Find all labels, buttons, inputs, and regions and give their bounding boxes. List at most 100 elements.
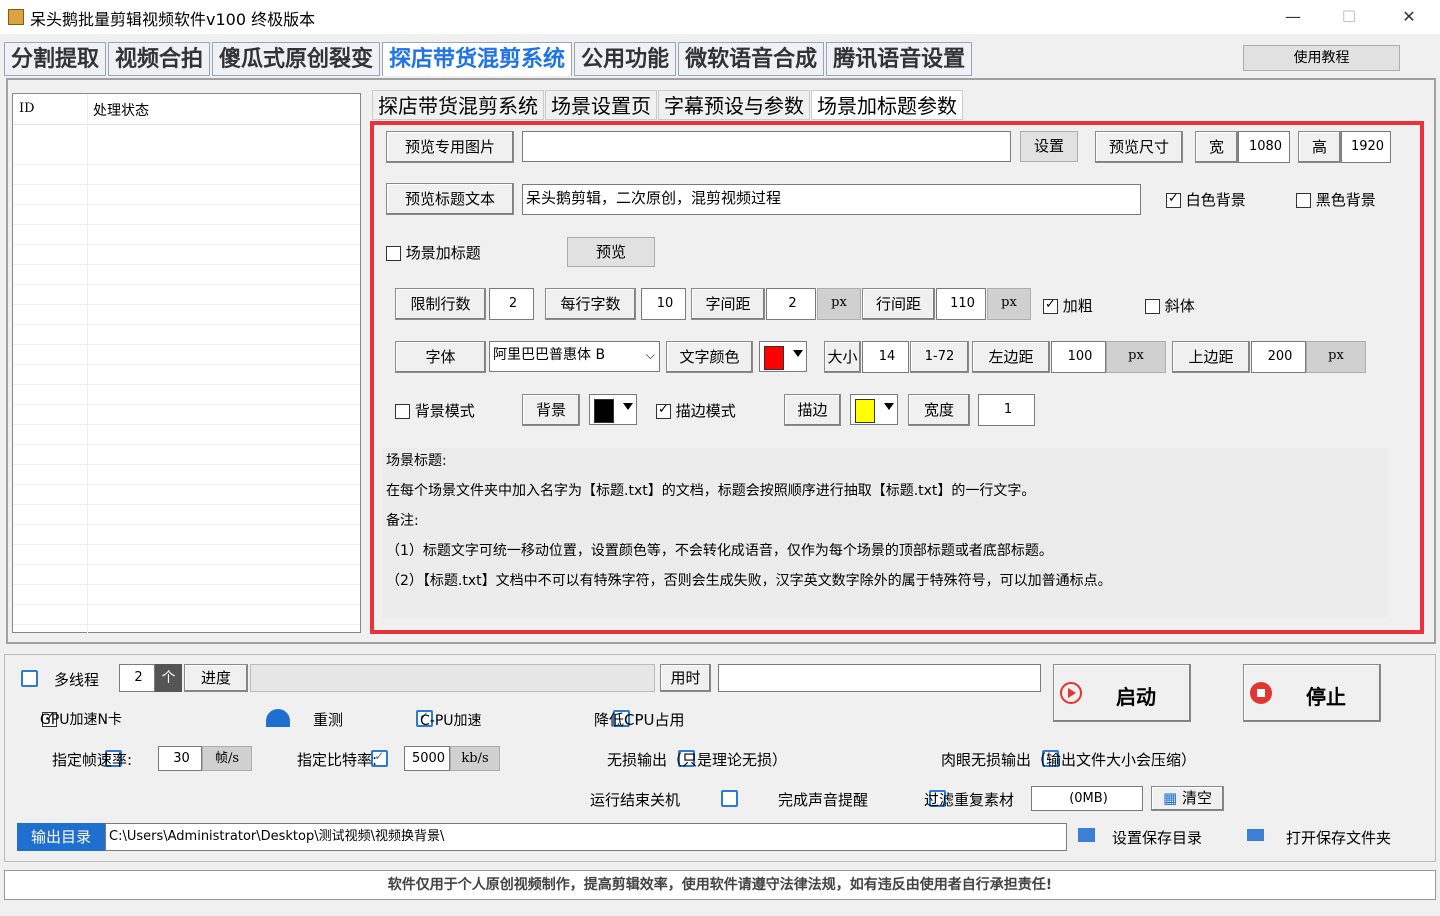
tab-original-fission[interactable]: 傻瓜式原创裂变: [212, 42, 381, 76]
start-button[interactable]: 启动: [1053, 664, 1191, 722]
preview-image-path[interactable]: [522, 131, 1011, 162]
set-save-dir-button[interactable]: 设置保存目录: [1112, 827, 1202, 848]
bg-color-picker[interactable]: [589, 394, 637, 425]
width-input[interactable]: 1080: [1238, 131, 1290, 163]
table-row: [13, 284, 360, 305]
left-margin-input[interactable]: 100: [1051, 341, 1106, 373]
bg-mode-label: 背景模式: [414, 402, 475, 420]
tab-split-extract[interactable]: 分割提取: [4, 42, 107, 76]
font-value: 阿里巴巴普惠体 B: [493, 347, 606, 363]
chars-per-line-input[interactable]: 10: [641, 288, 686, 320]
line-spacing-input[interactable]: 110: [936, 288, 986, 320]
disclaimer-footer: 软件仅用于个人原创视频制作，提高剪辑效率，使用软件请遵守法律法规，如有违反由使用…: [4, 870, 1436, 900]
threads-unit: 个: [155, 664, 182, 692]
black-bg-option[interactable]: 黑色背景: [1296, 189, 1376, 210]
stop-button[interactable]: 停止: [1243, 664, 1381, 722]
width-label: 宽: [1195, 131, 1238, 163]
tutorial-button[interactable]: 使用教程: [1243, 45, 1400, 71]
set-button[interactable]: 设置: [1020, 131, 1078, 162]
main-tabs: 分割提取 视频合拍 傻瓜式原创裂变 探店带货混剪系统 公用功能 微软语音合成 腾…: [4, 42, 974, 76]
text-color-picker[interactable]: [759, 341, 807, 372]
title-bar: 呆头鹅批量剪辑视频软件v100 终极版本 — ☐ ✕: [0, 0, 1440, 34]
size-display: (0MB): [1031, 786, 1143, 811]
bg-mode-option[interactable]: 背景模式: [395, 400, 475, 421]
stop-icon: [1250, 682, 1272, 704]
col-status[interactable]: 处理状态: [93, 100, 149, 120]
bitrate-input[interactable]: 5000: [404, 746, 450, 771]
subtab-scene-settings[interactable]: 场景设置页: [545, 90, 657, 120]
title-text-input[interactable]: 呆头鹅剪辑，二次原创，混剪视频过程: [522, 184, 1141, 215]
subtab-scene-title[interactable]: 场景加标题参数: [811, 90, 963, 120]
minimize-button[interactable]: —: [1273, 4, 1313, 30]
max-lines-input[interactable]: 2: [489, 288, 534, 320]
bg-color-swatch: [594, 399, 614, 423]
stroke-width-input[interactable]: 1: [978, 394, 1035, 426]
window-title: 呆头鹅批量剪辑视频软件v100 终极版本: [30, 10, 316, 29]
char-spacing-input[interactable]: 2: [766, 288, 816, 320]
stroke-color-picker[interactable]: [850, 394, 898, 425]
tab-store-mix[interactable]: 探店带货混剪系统: [382, 42, 573, 76]
white-bg-option[interactable]: 白色背景: [1166, 189, 1246, 210]
app-icon: [8, 9, 24, 25]
table-row: [13, 464, 360, 485]
shutdown-checkbox[interactable]: [720, 790, 738, 807]
output-path-input[interactable]: C:\Users\Administrator\Desktop\测试视频\视频换背…: [105, 823, 1067, 851]
tab-video-duet[interactable]: 视频合拍: [108, 42, 211, 76]
preview-size-button[interactable]: 预览尺寸: [1095, 131, 1183, 163]
bg-color-button[interactable]: 背景: [522, 394, 580, 426]
top-margin-input[interactable]: 200: [1251, 341, 1306, 373]
sound-label: 完成声音提醒: [778, 791, 869, 809]
subtab-store-mix[interactable]: 探店带货混剪系统: [372, 90, 544, 120]
fps-label: 指定帧速率:: [52, 751, 133, 769]
scene-title-option[interactable]: 场景加标题: [386, 242, 481, 263]
bitrate-unit: kb/s: [450, 746, 500, 771]
stroke-mode-option[interactable]: 描边模式: [656, 400, 736, 421]
table-row: [13, 144, 360, 165]
black-bg-checkbox[interactable]: [1296, 193, 1311, 208]
multithread-checkbox[interactable]: [21, 670, 38, 687]
tab-ms-tts[interactable]: 微软语音合成: [678, 42, 825, 76]
notes-heading: 场景标题:: [386, 453, 447, 469]
notes-area: 场景标题: 在每个场景文件夹中加入名字为【标题.txt】的文档，标题会按照顺序进…: [382, 448, 1388, 618]
stroke-mode-checkbox[interactable]: [656, 402, 671, 419]
retest-link[interactable]: 重测: [313, 709, 343, 730]
clear-button[interactable]: ▦ 清空: [1151, 786, 1224, 811]
italic-checkbox[interactable]: [1145, 299, 1160, 314]
dropdown-arrow-icon: [623, 403, 633, 410]
threads-input[interactable]: 2: [119, 664, 155, 692]
font-select[interactable]: 阿里巴巴普惠体 B ⌵: [489, 341, 660, 372]
table-row: [13, 584, 360, 605]
size-input[interactable]: 14: [862, 341, 909, 373]
bg-mode-checkbox[interactable]: [395, 404, 410, 419]
white-bg-checkbox[interactable]: [1166, 191, 1181, 208]
table-row: [13, 364, 360, 385]
open-save-dir-button[interactable]: 打开保存文件夹: [1286, 827, 1391, 848]
dropdown-arrow-icon: [884, 403, 894, 410]
reduce-cpu-label: 降低CPU占用: [594, 711, 685, 729]
close-button[interactable]: ✕: [1389, 4, 1429, 30]
bold-option[interactable]: 加粗: [1043, 295, 1093, 316]
task-list[interactable]: ID 处理状态: [12, 93, 361, 634]
italic-option[interactable]: 斜体: [1145, 295, 1195, 316]
height-input[interactable]: 1920: [1341, 131, 1391, 163]
preview-image-button[interactable]: 预览专用图片: [386, 131, 514, 163]
col-id[interactable]: ID: [19, 101, 35, 116]
preview-button[interactable]: 预览: [567, 237, 655, 267]
table-row: [13, 224, 360, 245]
table-row: [13, 524, 360, 545]
chevron-down-icon: ⌵: [645, 348, 655, 362]
size-range-label: 1-72: [910, 341, 969, 373]
scene-title-checkbox[interactable]: [386, 246, 401, 261]
gpu-accel-label: GPU加速N卡: [40, 712, 123, 728]
fps-input[interactable]: 30: [158, 746, 202, 771]
subtab-subtitle-presets[interactable]: 字幕预设与参数: [658, 90, 810, 120]
bold-checkbox[interactable]: [1043, 297, 1058, 314]
preview-title-button[interactable]: 预览标题文本: [386, 183, 514, 215]
maximize-button[interactable]: ☐: [1329, 4, 1369, 30]
tab-tencent-tts[interactable]: 腾讯语音设置: [826, 42, 973, 76]
stroke-color-button[interactable]: 描边: [784, 394, 841, 426]
table-row: [13, 264, 360, 285]
tab-common[interactable]: 公用功能: [574, 42, 677, 76]
time-field[interactable]: [718, 664, 1041, 692]
chars-per-line-label: 每行字数: [545, 288, 636, 320]
